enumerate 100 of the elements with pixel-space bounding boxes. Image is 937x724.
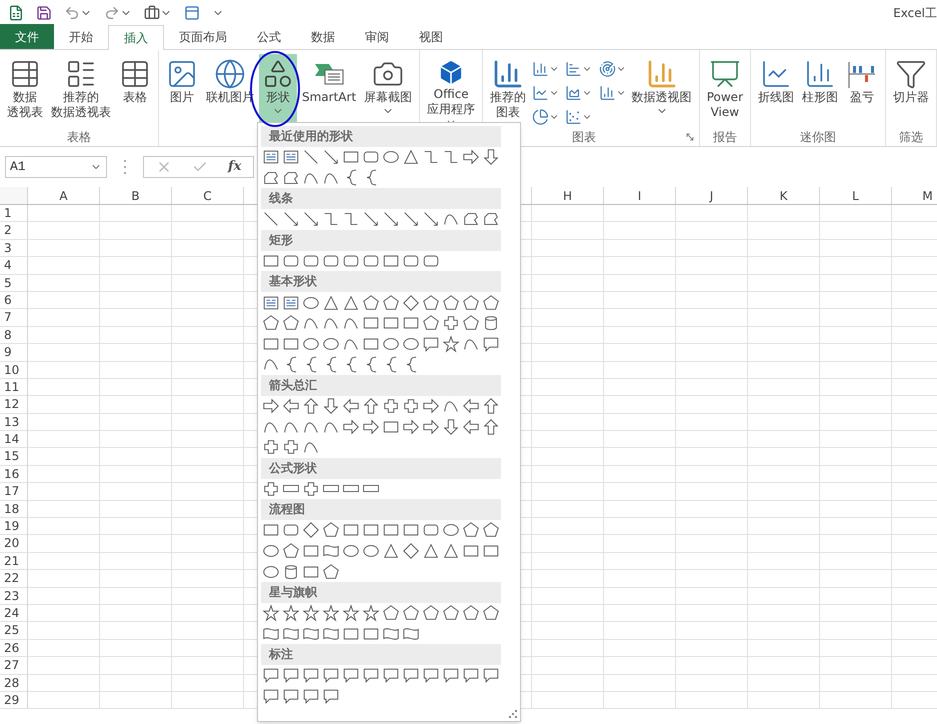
ribbon-button[interactable]: 表格 (116, 54, 154, 128)
row-header[interactable]: 17 (0, 483, 28, 500)
ribbon-tab[interactable]: 视图 (404, 24, 458, 49)
row-header[interactable]: 26 (0, 640, 28, 656)
ribbon-button[interactable]: 切片器 (890, 54, 932, 128)
shape-button[interactable] (361, 396, 381, 416)
row-header[interactable]: 27 (0, 657, 28, 674)
row-header[interactable]: 19 (0, 518, 28, 534)
row-header[interactable]: 11 (0, 378, 28, 396)
column-header[interactable]: B (100, 187, 172, 204)
briefcase-icon[interactable] (144, 4, 160, 20)
row-header[interactable]: 22 (0, 570, 28, 587)
brace-icon (306, 356, 316, 373)
insert-function-button[interactable]: fx (228, 157, 242, 177)
ribbon-button[interactable]: 推荐的 图表 (487, 54, 530, 128)
undo-icon[interactable] (64, 4, 80, 20)
shape-button[interactable] (401, 541, 421, 562)
shape-button[interactable] (441, 292, 461, 313)
row-header[interactable]: 18 (0, 500, 28, 518)
shape-button[interactable] (321, 603, 341, 624)
row-header[interactable]: 9 (0, 344, 28, 361)
row-header[interactable]: 10 (0, 362, 28, 378)
shape-button[interactable] (441, 416, 461, 437)
shape-button[interactable] (481, 147, 501, 168)
column-header[interactable]: K (748, 187, 820, 204)
ribbon-button[interactable]: 推荐的 数据透视表 (48, 54, 114, 128)
row-header[interactable]: 15 (0, 448, 28, 465)
redo-icon[interactable] (104, 4, 120, 20)
minus-icon (343, 485, 359, 492)
ribbon-button[interactable]: Power View (704, 54, 746, 128)
row-header[interactable]: 16 (0, 466, 28, 482)
right-arrow-icon (342, 418, 360, 436)
ribbon-button[interactable]: 数据透视图 (628, 54, 695, 128)
row-header[interactable]: 5 (0, 274, 28, 291)
ribbon-tab[interactable]: 页面布局 (164, 24, 242, 49)
left-arrow-icon (462, 418, 480, 436)
row-header[interactable]: 13 (0, 414, 28, 430)
shape-button[interactable] (341, 603, 361, 624)
row-header[interactable]: 3 (0, 240, 28, 256)
ribbon-button[interactable]: 数据 透视表 (4, 54, 46, 128)
dialog-launcher-icon[interactable] (684, 132, 695, 142)
ribbon-tab[interactable]: 开始 (54, 24, 108, 49)
row-header[interactable]: 25 (0, 622, 28, 639)
shape-button[interactable] (421, 292, 441, 313)
shape-button[interactable] (301, 396, 321, 416)
resize-grip-icon[interactable] (509, 710, 517, 718)
form-icon[interactable] (184, 4, 200, 20)
shape-button[interactable] (361, 603, 381, 624)
row-header[interactable]: 4 (0, 257, 28, 274)
shape-button[interactable] (301, 520, 321, 540)
row-header[interactable]: 21 (0, 552, 28, 570)
column-header[interactable]: L (820, 187, 892, 204)
row-header[interactable]: 6 (0, 292, 28, 308)
save-icon[interactable] (36, 4, 52, 20)
ribbon-tab[interactable]: 文件 (0, 24, 54, 49)
column-header[interactable]: H (532, 187, 604, 204)
row-header[interactable]: 1 (0, 205, 28, 222)
ribbon-button[interactable]: 图片 (163, 54, 201, 128)
row-header[interactable]: 24 (0, 604, 28, 622)
ribbon-button[interactable]: 屏幕截图 (361, 54, 416, 128)
row-header[interactable]: 2 (0, 222, 28, 239)
shape-button[interactable] (481, 292, 501, 313)
shape-button[interactable] (321, 396, 341, 416)
shape-button[interactable] (321, 562, 341, 582)
shape-button[interactable] (281, 603, 301, 624)
ribbon-button[interactable]: 盈亏 (843, 54, 881, 128)
row-header[interactable]: 7 (0, 309, 28, 326)
row-header[interactable]: 8 (0, 326, 28, 344)
row-header[interactable]: 14 (0, 431, 28, 448)
shape-button[interactable] (461, 292, 481, 313)
ribbon-button[interactable]: 折线图 (755, 54, 797, 128)
shape-button[interactable] (261, 603, 281, 624)
column-header[interactable]: J (676, 187, 748, 204)
ribbon-tab[interactable]: 插入 (108, 25, 164, 50)
shape-button[interactable] (361, 292, 381, 313)
row-header[interactable]: 20 (0, 535, 28, 552)
column-header[interactable]: A (28, 187, 100, 204)
line-icon (302, 148, 320, 166)
ribbon-tab[interactable]: 审阅 (350, 24, 404, 49)
shape-button[interactable] (441, 334, 461, 354)
column-header[interactable]: M (892, 187, 937, 204)
cylinder-icon (282, 562, 300, 581)
polygon-icon (462, 521, 480, 540)
shape-button[interactable] (401, 292, 421, 313)
column-header[interactable]: I (604, 187, 676, 204)
row-header[interactable]: 23 (0, 588, 28, 604)
window-title: Excel工 (893, 4, 937, 22)
polygon-icon (282, 314, 300, 332)
column-header[interactable]: C (172, 187, 244, 204)
shape-button[interactable] (481, 416, 501, 437)
ribbon-tab[interactable]: 公式 (242, 24, 296, 49)
row-header[interactable]: 28 (0, 674, 28, 691)
ribbon-tab[interactable]: 数据 (296, 24, 350, 49)
shape-button[interactable] (301, 603, 321, 624)
row-header[interactable]: 12 (0, 396, 28, 413)
shape-button[interactable] (481, 396, 501, 416)
row-header[interactable]: 29 (0, 692, 28, 708)
shape-button[interactable] (381, 292, 401, 313)
ribbon-button[interactable]: 柱形图 (799, 54, 841, 128)
name-box[interactable]: A1 (5, 156, 107, 178)
